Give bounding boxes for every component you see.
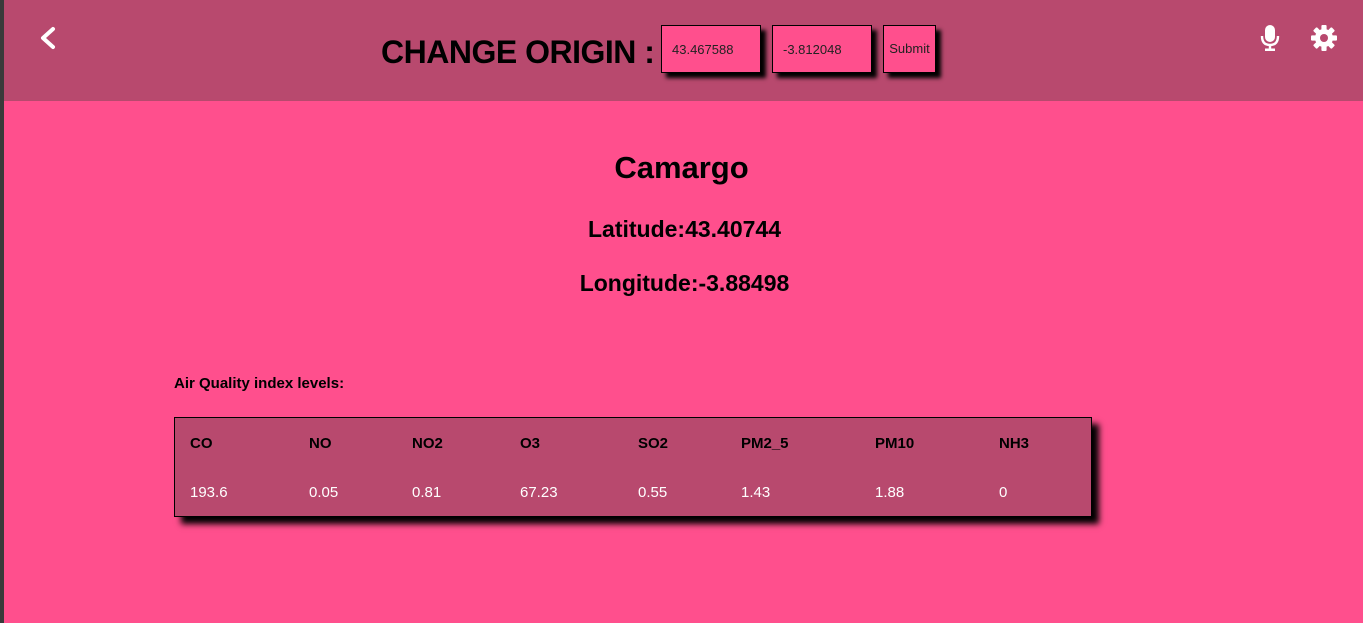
- top-header: CHANGE ORIGIN : Submit: [4, 0, 1363, 101]
- value-co: 193.6: [190, 484, 228, 501]
- value-nh3: 0: [999, 484, 1008, 501]
- air-quality-label: Air Quality index levels:: [174, 375, 345, 392]
- change-origin-title: CHANGE ORIGIN :: [381, 34, 655, 70]
- longitude-text: Longitude:-3.88498: [579, 270, 790, 296]
- value-so2: 0.55: [638, 484, 668, 501]
- column-header-no: NO: [309, 435, 332, 452]
- value-pm2-5: 1.43: [741, 484, 771, 501]
- back-button[interactable]: [36, 24, 62, 54]
- submit-button[interactable]: Submit: [883, 25, 936, 73]
- column-header-pm10: PM10: [875, 435, 915, 452]
- gear-icon[interactable]: [1310, 24, 1338, 52]
- value-no2: 0.81: [412, 484, 442, 501]
- origin-longitude-input[interactable]: [772, 25, 872, 73]
- value-no: 0.05: [309, 484, 339, 501]
- chevron-left-icon: [41, 27, 55, 49]
- column-header-so2: SO2: [638, 435, 669, 452]
- city-name: Camargo: [614, 150, 749, 185]
- column-header-pm2-5: PM2_5: [741, 435, 789, 452]
- microphone-icon[interactable]: [1260, 24, 1280, 52]
- value-o3: 67.23: [520, 484, 558, 501]
- latitude-text: Latitude:43.40744: [587, 216, 782, 242]
- column-header-nh3: NH3: [999, 435, 1030, 452]
- column-header-no2: NO2: [412, 435, 443, 452]
- column-header-co: CO: [190, 435, 213, 452]
- air-quality-table: CO NO NO2 O3 SO2 PM2_5 PM10 NH3 193.6 0.…: [174, 417, 1092, 517]
- origin-latitude-input[interactable]: [661, 25, 761, 73]
- value-pm10: 1.88: [875, 484, 905, 501]
- column-header-o3: O3: [520, 435, 541, 452]
